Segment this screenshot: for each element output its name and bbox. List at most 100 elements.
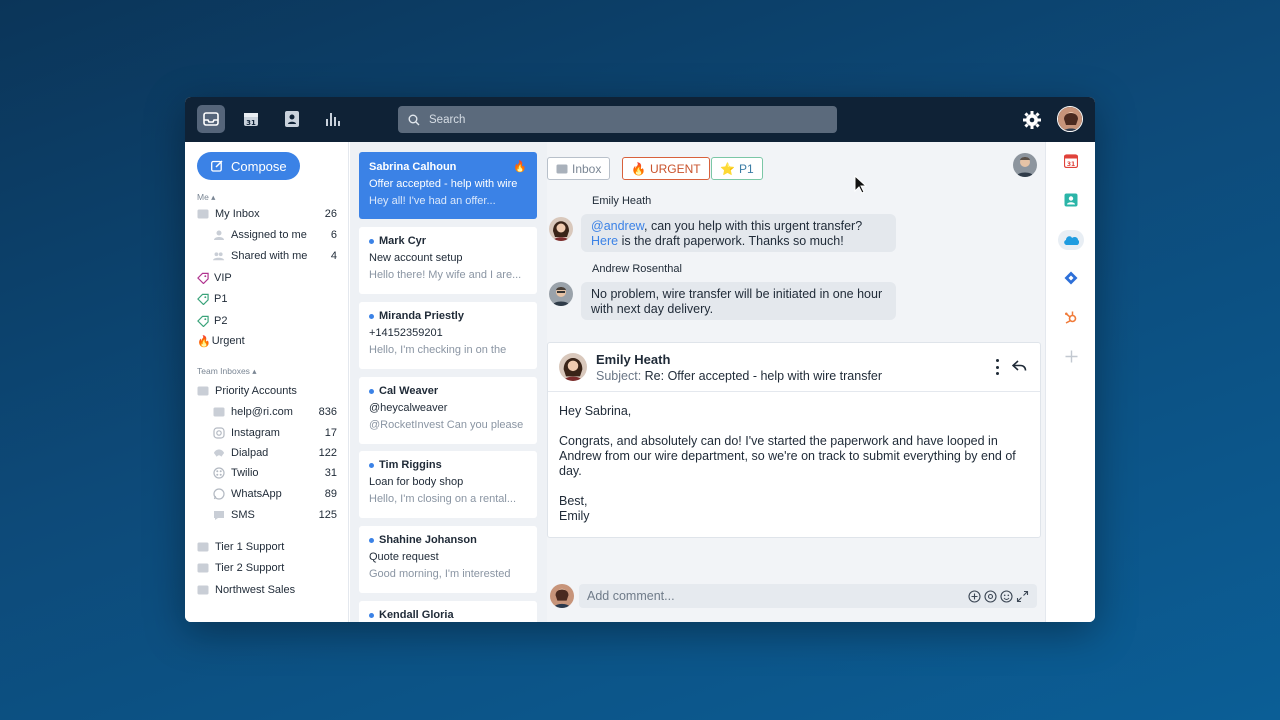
- svg-text:31: 31: [1067, 161, 1075, 168]
- mention-icon[interactable]: [984, 589, 997, 603]
- sidebar-item-dialpad[interactable]: Dialpad 122: [213, 444, 337, 462]
- reply-icon[interactable]: [1012, 360, 1027, 372]
- tag-icon: [197, 272, 209, 284]
- sender-name: Emily Heath: [596, 352, 671, 367]
- app-window: 31 Search Compose Me ▴ My Inbox 26 Assig…: [185, 97, 1095, 622]
- unread-dot: [369, 388, 374, 394]
- p1-tag[interactable]: ⭐ P1: [711, 157, 763, 180]
- current-user-avatar: [550, 584, 574, 608]
- emoji-icon[interactable]: [1000, 589, 1013, 603]
- contacts-nav-button[interactable]: [278, 105, 306, 133]
- urgent-tag[interactable]: 🔥 URGENT: [622, 157, 710, 180]
- conversation-card[interactable]: Tim Riggins Loan for body shop Hello, I'…: [359, 451, 537, 518]
- author-avatar: [549, 217, 573, 241]
- assigned-user-icon: [213, 229, 225, 241]
- compose-icon: [211, 160, 223, 172]
- conversation-card[interactable]: Mark Cyr New account setup Hello there! …: [359, 227, 537, 294]
- compose-button[interactable]: Compose: [197, 152, 300, 180]
- svg-text:31: 31: [246, 119, 256, 127]
- top-bar: 31 Search: [185, 97, 1095, 142]
- sidebar-tag-p1[interactable]: P1: [197, 290, 337, 308]
- conversation-list: Sabrina Calhoun 🔥 Offer accepted - help w…: [350, 142, 547, 622]
- integrations-rail: 31: [1045, 142, 1095, 622]
- sidebar-tag-p2[interactable]: P2: [197, 312, 337, 330]
- unread-dot: [369, 462, 374, 468]
- inbox-icon: [197, 541, 209, 553]
- sidebar-tag-vip[interactable]: VIP: [197, 269, 337, 287]
- calendar-app-icon[interactable]: 31: [1062, 152, 1080, 170]
- conversation-view: Inbox 🔥 URGENT ⭐ P1 Emily Heath @andrew,…: [547, 142, 1045, 622]
- shared-users-icon: [213, 250, 225, 262]
- inbox-icon: [197, 385, 209, 397]
- search-icon: [408, 114, 420, 125]
- sidebar-tag-urgent[interactable]: 🔥 Urgent: [197, 332, 337, 350]
- author-avatar: [549, 282, 573, 306]
- team-inboxes-section-label[interactable]: Team Inboxes ▴: [197, 366, 257, 377]
- sender-avatar: [559, 353, 587, 381]
- participant-avatar[interactable]: [1013, 153, 1037, 177]
- analytics-nav-button[interactable]: [319, 105, 347, 133]
- user-avatar[interactable]: [1057, 106, 1083, 132]
- sidebar-item-whatsapp[interactable]: WhatsApp 89: [213, 485, 337, 503]
- settings-button[interactable]: [1021, 109, 1043, 131]
- analytics-icon: [326, 113, 340, 126]
- fire-icon: 🔥: [197, 335, 211, 348]
- unread-dot: [369, 537, 374, 543]
- inbox-nav-button[interactable]: [197, 105, 225, 133]
- calendar-icon: 31: [244, 113, 258, 127]
- email-header: Emily Heath Subject: Re: Offer accepted …: [548, 343, 1040, 392]
- sidebar-item-my-inbox[interactable]: My Inbox 26: [197, 205, 337, 223]
- comment-input[interactable]: Add comment...: [579, 584, 1037, 608]
- email-icon: [213, 406, 225, 418]
- sms-icon: [213, 509, 225, 521]
- jira-icon[interactable]: [1062, 269, 1080, 287]
- gear-icon: [1023, 111, 1041, 129]
- inbox-icon: [197, 584, 209, 596]
- unread-dot: [369, 238, 374, 244]
- paperwork-link[interactable]: Here: [591, 234, 618, 248]
- inbox-icon: [197, 208, 209, 220]
- salesforce-icon[interactable]: [1058, 230, 1084, 250]
- contacts-app-icon[interactable]: [1062, 191, 1080, 209]
- conversation-card[interactable]: Cal Weaver @heycalweaver @RocketInvest C…: [359, 377, 537, 444]
- compose-label: Compose: [231, 158, 287, 174]
- sidebar-item-tier1[interactable]: Tier 1 Support: [197, 538, 337, 556]
- mention-link[interactable]: @andrew: [591, 219, 644, 233]
- twilio-icon: [213, 467, 225, 479]
- add-attachment-icon[interactable]: [968, 589, 981, 603]
- sidebar-item-northwest[interactable]: Northwest Sales: [197, 581, 337, 599]
- sidebar-item-shared[interactable]: Shared with me 4: [213, 247, 337, 265]
- more-options-icon[interactable]: [992, 359, 1002, 375]
- conversation-card[interactable]: Shahine Johanson Quote request Good morn…: [359, 526, 537, 593]
- inbox-tag[interactable]: Inbox: [547, 157, 611, 180]
- me-section-label[interactable]: Me ▴: [197, 192, 215, 203]
- fire-icon: 🔥: [513, 161, 527, 173]
- hubspot-icon[interactable]: [1062, 308, 1080, 326]
- sidebar-item-twilio[interactable]: Twilio 31: [213, 464, 337, 482]
- search-input[interactable]: Search: [398, 106, 837, 133]
- sidebar-item-sms[interactable]: SMS 125: [213, 506, 337, 524]
- contacts-icon: [285, 111, 299, 127]
- sidebar-item-instagram[interactable]: Instagram 17: [213, 424, 337, 442]
- unread-dot: [369, 313, 374, 319]
- sidebar-item-help-email[interactable]: help@ri.com 836: [213, 403, 337, 421]
- sidebar-item-tier2[interactable]: Tier 2 Support: [197, 559, 337, 577]
- whatsapp-icon: [213, 488, 225, 500]
- fire-icon: 🔥: [631, 161, 646, 176]
- message-bubble: @andrew, can you help with this urgent t…: [581, 214, 896, 252]
- sidebar: Compose Me ▴ My Inbox 26 Assigned to me …: [185, 142, 349, 622]
- calendar-nav-button[interactable]: 31: [237, 105, 265, 133]
- sidebar-item-assigned[interactable]: Assigned to me 6: [213, 226, 337, 244]
- expand-icon[interactable]: [1016, 590, 1029, 603]
- unread-dot: [369, 612, 374, 618]
- conversation-card[interactable]: Kendall Gloria: [359, 601, 537, 622]
- instagram-icon: [213, 427, 225, 439]
- add-icon[interactable]: [1062, 347, 1080, 365]
- mouse-cursor-icon: [854, 175, 868, 194]
- message-author: Emily Heath: [592, 195, 652, 207]
- conversation-card[interactable]: Sabrina Calhoun 🔥 Offer accepted - help w…: [359, 152, 537, 219]
- email-message: Emily Heath Subject: Re: Offer accepted …: [547, 342, 1041, 538]
- sidebar-item-priority-accounts[interactable]: Priority Accounts: [197, 382, 337, 400]
- conversation-card[interactable]: Miranda Priestly +14152359201 Hello, I'm…: [359, 302, 537, 369]
- inbox-icon: [197, 562, 209, 574]
